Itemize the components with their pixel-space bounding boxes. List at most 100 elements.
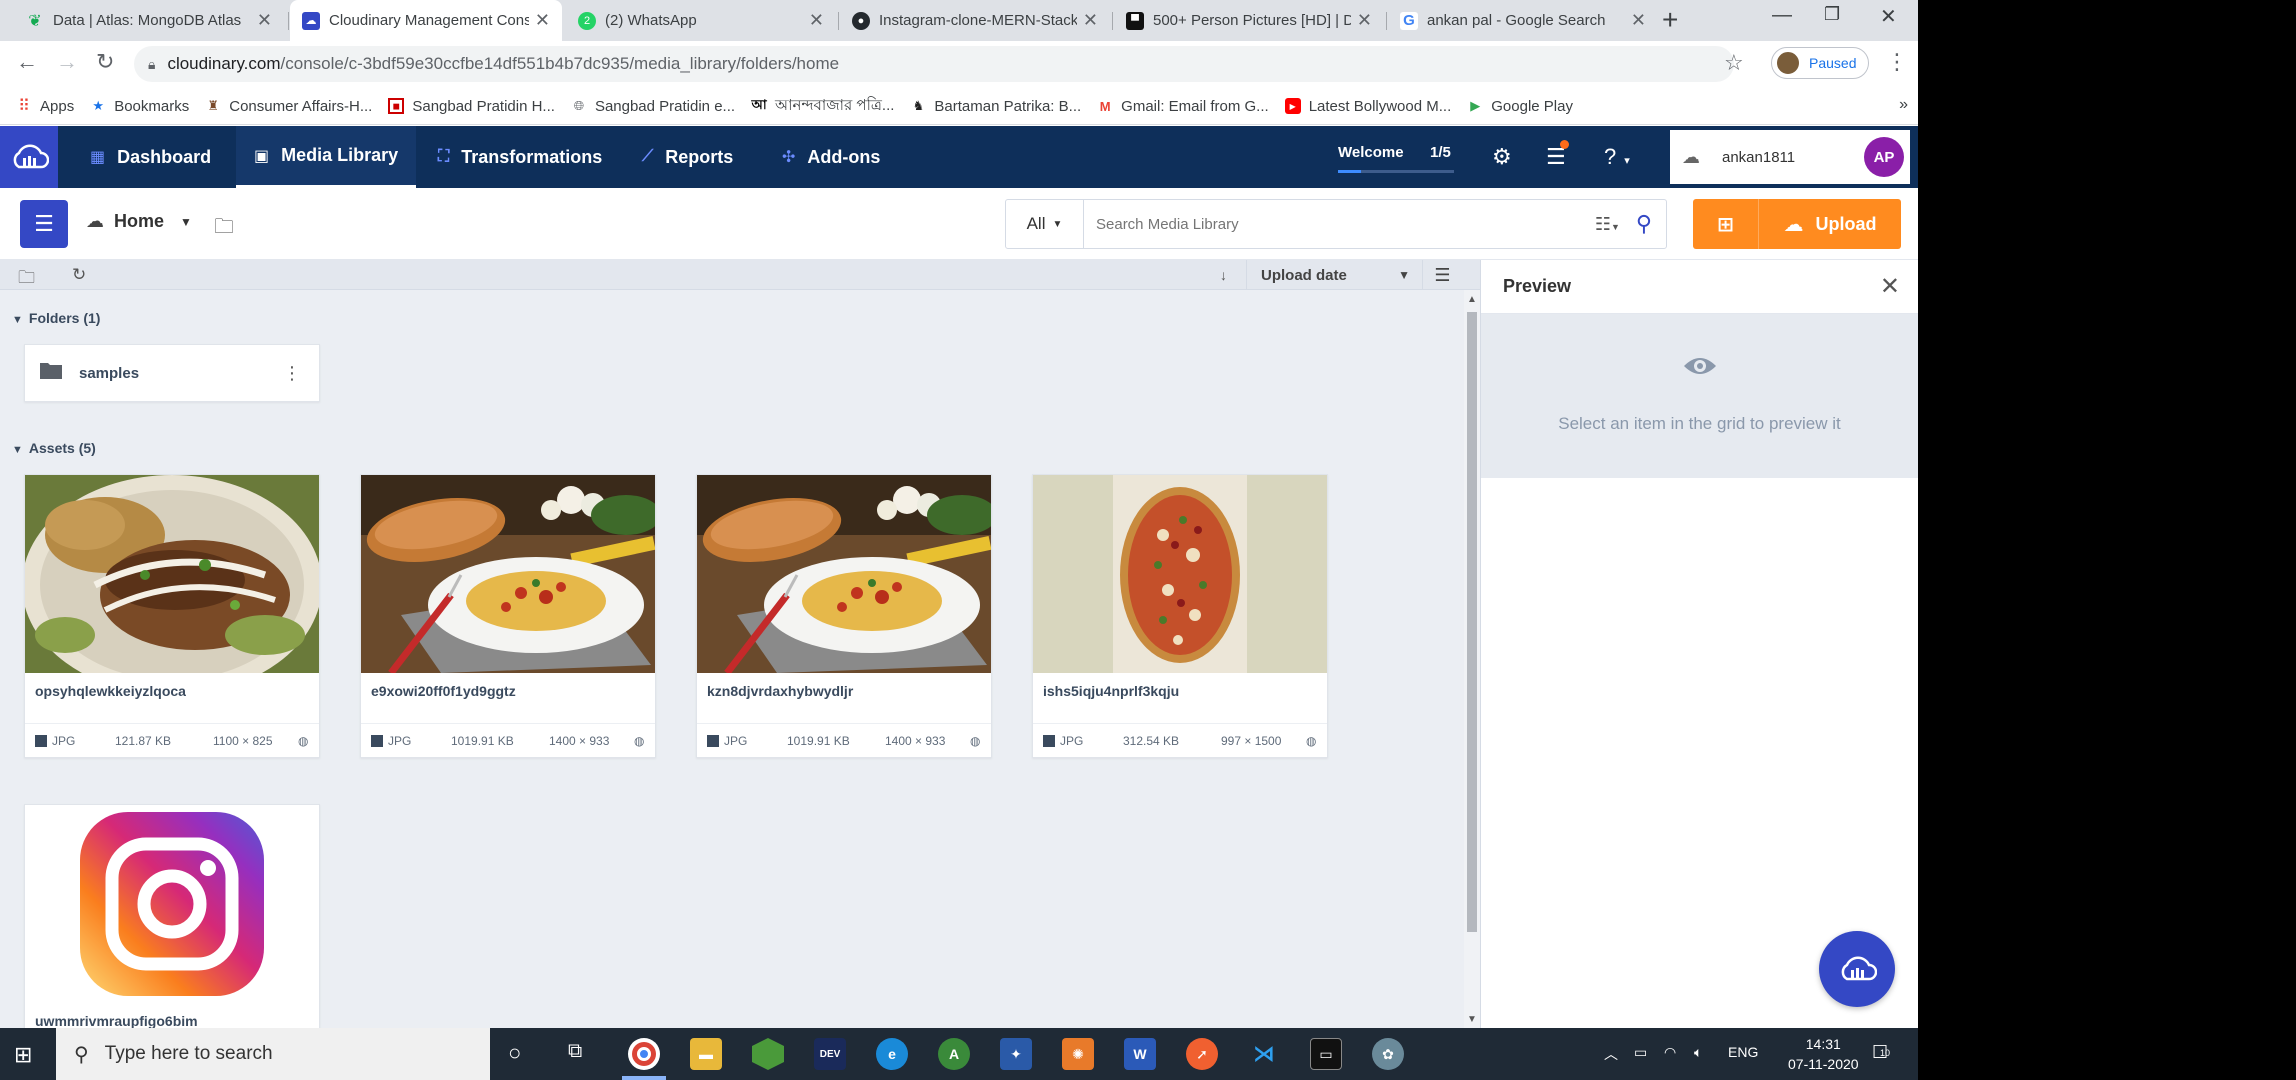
folder-breadcrumb-home[interactable]: ☁ Home ▼ bbox=[86, 211, 192, 232]
bookmark-gmail[interactable]: M Gmail: Email from G... bbox=[1097, 98, 1269, 115]
misc-app-icon[interactable]: ✿ bbox=[1372, 1038, 1404, 1070]
tab-cloudinary[interactable]: ☁ Cloudinary Management Console ✕ bbox=[290, 0, 562, 41]
search-input[interactable] bbox=[1084, 215, 1595, 233]
bookmark-apps[interactable]: ⠿ Apps bbox=[16, 98, 74, 116]
bookmark-bookmarks[interactable]: ★ Bookmarks bbox=[90, 98, 189, 115]
list-view-toggle[interactable]: ☰ bbox=[1422, 260, 1462, 290]
nodejs-icon[interactable] bbox=[752, 1038, 784, 1070]
assets-section-header[interactable]: ▼ Assets (5) bbox=[12, 440, 96, 456]
asset-card[interactable]: uwmmrivmraupfigo6bim bbox=[24, 804, 320, 1028]
tray-overflow-icon[interactable]: ︿ bbox=[1604, 1044, 1618, 1064]
nav-media-library[interactable]: ▣ Media Library bbox=[236, 126, 417, 188]
new-folder-icon[interactable]: 🗀︎ bbox=[214, 212, 234, 246]
notification-center-icon[interactable]: ☐ 10 bbox=[1872, 1042, 1890, 1063]
bookmark-star-icon[interactable]: ☆ bbox=[1724, 50, 1744, 76]
account-switcher[interactable]: ☁ ankan1811 AP bbox=[1670, 130, 1910, 184]
windows-start-icon[interactable]: ⊞ bbox=[14, 1042, 32, 1068]
sidebar-toggle-button[interactable]: ☰ bbox=[20, 200, 68, 248]
system-clock[interactable]: 14:31 07-11-2020 bbox=[1788, 1034, 1859, 1074]
grid-scrollbar[interactable]: ▲ ▼ bbox=[1464, 290, 1480, 1028]
paint-icon[interactable]: ✺ bbox=[1062, 1038, 1094, 1070]
minimize-icon[interactable]: — bbox=[1772, 4, 1792, 27]
language-indicator[interactable]: ENG bbox=[1728, 1044, 1758, 1060]
postman-icon[interactable]: ➚ bbox=[1186, 1038, 1218, 1070]
close-icon[interactable]: ✕ bbox=[257, 10, 272, 31]
volume-icon[interactable]: 🔈︎ bbox=[1694, 1044, 1702, 1061]
folders-section-header[interactable]: ▼ Folders (1) bbox=[12, 310, 100, 326]
tab-unsplash[interactable]: ▀ 500+ Person Pictures [HD] | Download F… bbox=[1114, 0, 1384, 41]
scroll-up-arrow-icon[interactable]: ▲ bbox=[1467, 294, 1477, 305]
forward-arrow-icon[interactable]: → bbox=[56, 49, 78, 75]
chrome-icon[interactable] bbox=[628, 1038, 660, 1070]
scroll-down-arrow-icon[interactable]: ▼ bbox=[1467, 1014, 1477, 1025]
edge-icon[interactable]: e bbox=[876, 1038, 908, 1070]
welcome-step[interactable]: 1/5 bbox=[1430, 144, 1451, 161]
nav-transformations[interactable]: ⛶ Transformations bbox=[420, 126, 620, 188]
bookmark-anandabazar[interactable]: আ আনন্দবাজার পত্রি... bbox=[751, 94, 894, 119]
folder-card[interactable]: samples ⋮ bbox=[24, 344, 320, 402]
close-icon[interactable]: ✕ bbox=[535, 10, 550, 31]
asset-thumbnail[interactable] bbox=[697, 475, 991, 673]
nav-add-ons[interactable]: ✣ Add-ons bbox=[764, 126, 898, 188]
battery-icon[interactable]: ▭ bbox=[1634, 1044, 1647, 1061]
nav-reports[interactable]: ⟋ Reports bbox=[624, 126, 751, 188]
folder-tree-icon[interactable]: 🗀︎ bbox=[18, 265, 35, 294]
asset-thumbnail[interactable] bbox=[1033, 475, 1327, 673]
bookmark-bartaman[interactable]: ♞ Bartaman Patrika: B... bbox=[910, 98, 1082, 115]
bookmarks-overflow-icon[interactable]: » bbox=[1899, 96, 1908, 114]
chrome-menu-icon[interactable]: ⋮ bbox=[1886, 49, 1908, 75]
cortana-icon[interactable]: ○ bbox=[508, 1040, 521, 1066]
upload-button[interactable]: ☁ Upload bbox=[1759, 212, 1901, 237]
close-icon[interactable]: ✕ bbox=[809, 10, 824, 31]
search-icon[interactable]: ⚲ bbox=[1636, 211, 1652, 237]
terminal-icon[interactable]: ▭ bbox=[1310, 1038, 1342, 1070]
asset-card[interactable]: kzn8djvrdaxhybwydljr JPG 1019.91 KB 1400… bbox=[696, 474, 992, 758]
bookmark-sangbad-pratidin-e[interactable]: 🌐︎ Sangbad Pratidin e... bbox=[571, 98, 735, 115]
avatar[interactable]: AP bbox=[1864, 137, 1904, 177]
scrollbar-thumb[interactable] bbox=[1467, 312, 1477, 932]
file-explorer-icon[interactable]: ▬ bbox=[690, 1038, 722, 1070]
asset-thumbnail[interactable] bbox=[25, 475, 319, 673]
cloudinary-logo-icon[interactable] bbox=[0, 126, 58, 188]
more-options-icon[interactable]: ⋮ bbox=[283, 363, 301, 384]
word-icon[interactable]: W bbox=[1124, 1038, 1156, 1070]
asset-thumbnail[interactable] bbox=[25, 805, 319, 1003]
asset-thumbnail[interactable] bbox=[361, 475, 655, 673]
refresh-icon[interactable]: ↻ bbox=[72, 265, 86, 285]
bluej-icon[interactable]: ✦ bbox=[1000, 1038, 1032, 1070]
android-studio-icon[interactable]: A bbox=[938, 1038, 970, 1070]
bookmark-sangbad-pratidin-h[interactable]: ◼ Sangbad Pratidin H... bbox=[388, 98, 555, 115]
dev-cpp-icon[interactable]: DEV bbox=[814, 1038, 846, 1070]
help-icon[interactable]: ? ▾ bbox=[1604, 144, 1630, 170]
profile-button[interactable]: Paused bbox=[1771, 47, 1870, 79]
asset-card[interactable]: e9xowi20ff0f1yd9ggtz JPG 1019.91 KB 1400… bbox=[360, 474, 656, 758]
url-field[interactable]: 🔒︎ cloudinary.com/console/c-3bdf59e30ccf… bbox=[134, 46, 1734, 82]
task-view-icon[interactable]: ⧉ bbox=[568, 1040, 582, 1063]
learning-center-icon[interactable]: ☰ bbox=[1546, 140, 1569, 170]
sort-direction-icon[interactable]: ↓ bbox=[1220, 267, 1227, 283]
upload-widget-button[interactable]: ⊞ bbox=[1693, 199, 1759, 249]
tab-google[interactable]: G ankan pal - Google Search ✕ bbox=[1388, 0, 1658, 41]
reload-icon[interactable]: ↻ bbox=[96, 49, 114, 75]
close-icon[interactable]: ✕ bbox=[1083, 10, 1098, 31]
bookmark-google-play[interactable]: ▶ Google Play bbox=[1467, 98, 1573, 115]
back-arrow-icon[interactable]: ← bbox=[16, 49, 38, 75]
nav-dashboard[interactable]: ▦ Dashboard bbox=[72, 126, 229, 188]
welcome-label[interactable]: Welcome bbox=[1338, 144, 1404, 161]
taskbar-search[interactable]: ⚲ Type here to search bbox=[56, 1028, 490, 1080]
window-close-icon[interactable]: ✕ bbox=[1880, 4, 1897, 29]
close-icon[interactable]: ✕ bbox=[1357, 10, 1372, 31]
vscode-icon[interactable]: ⋊ bbox=[1248, 1038, 1280, 1070]
filter-settings-icon[interactable]: ☷▼ bbox=[1595, 214, 1620, 235]
tab-mongodb[interactable]: ❦ Data | Atlas: MongoDB Atlas ✕ bbox=[14, 0, 284, 41]
asset-card[interactable]: ishs5iqju4nprlf3kqju JPG 312.54 KB 997 ×… bbox=[1032, 474, 1328, 758]
cloudinary-support-button[interactable] bbox=[1819, 931, 1895, 1007]
close-icon[interactable]: ✕ bbox=[1880, 272, 1900, 301]
search-scope-dropdown[interactable]: All ▼ bbox=[1006, 200, 1084, 248]
network-icon[interactable]: ◠ bbox=[1664, 1044, 1676, 1061]
tab-whatsapp[interactable]: 2 (2) WhatsApp ✕ bbox=[566, 0, 836, 41]
restore-icon[interactable]: ❐ bbox=[1824, 4, 1840, 25]
tab-github[interactable]: ● Instagram-clone-MERN-Stack ✕ bbox=[840, 0, 1110, 41]
bookmark-bollywood[interactable]: ▶ Latest Bollywood M... bbox=[1284, 98, 1451, 115]
sort-dropdown[interactable]: Upload date ▼ bbox=[1246, 260, 1422, 290]
